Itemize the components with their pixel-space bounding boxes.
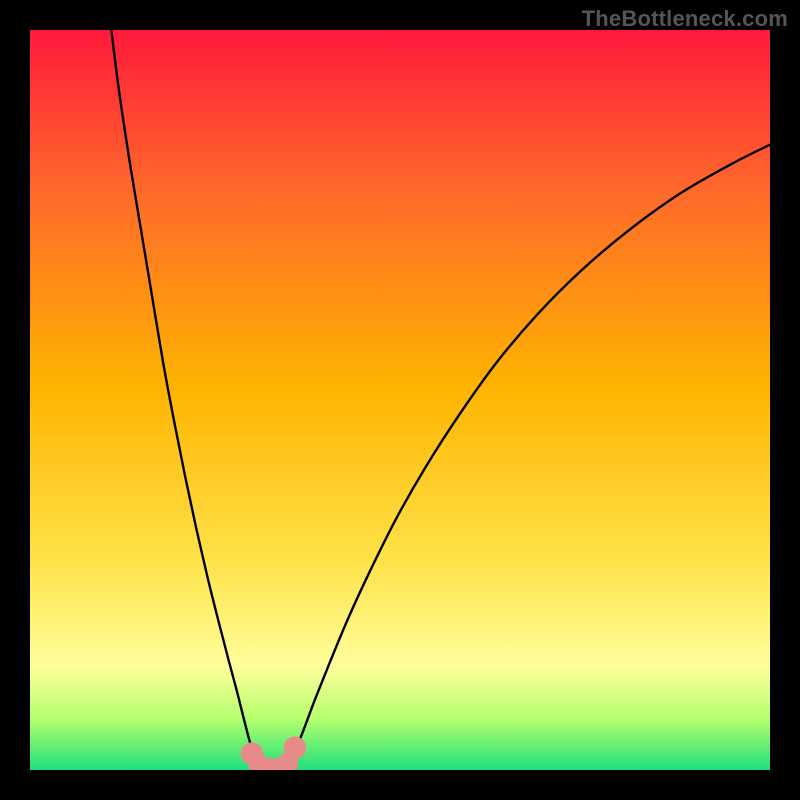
- watermark-label: TheBottleneck.com: [582, 6, 788, 32]
- data-dot: [284, 736, 307, 759]
- plot-area: [30, 30, 770, 770]
- gradient-background: [30, 30, 770, 770]
- chart-svg: [30, 30, 770, 770]
- chart-frame: TheBottleneck.com: [0, 0, 800, 800]
